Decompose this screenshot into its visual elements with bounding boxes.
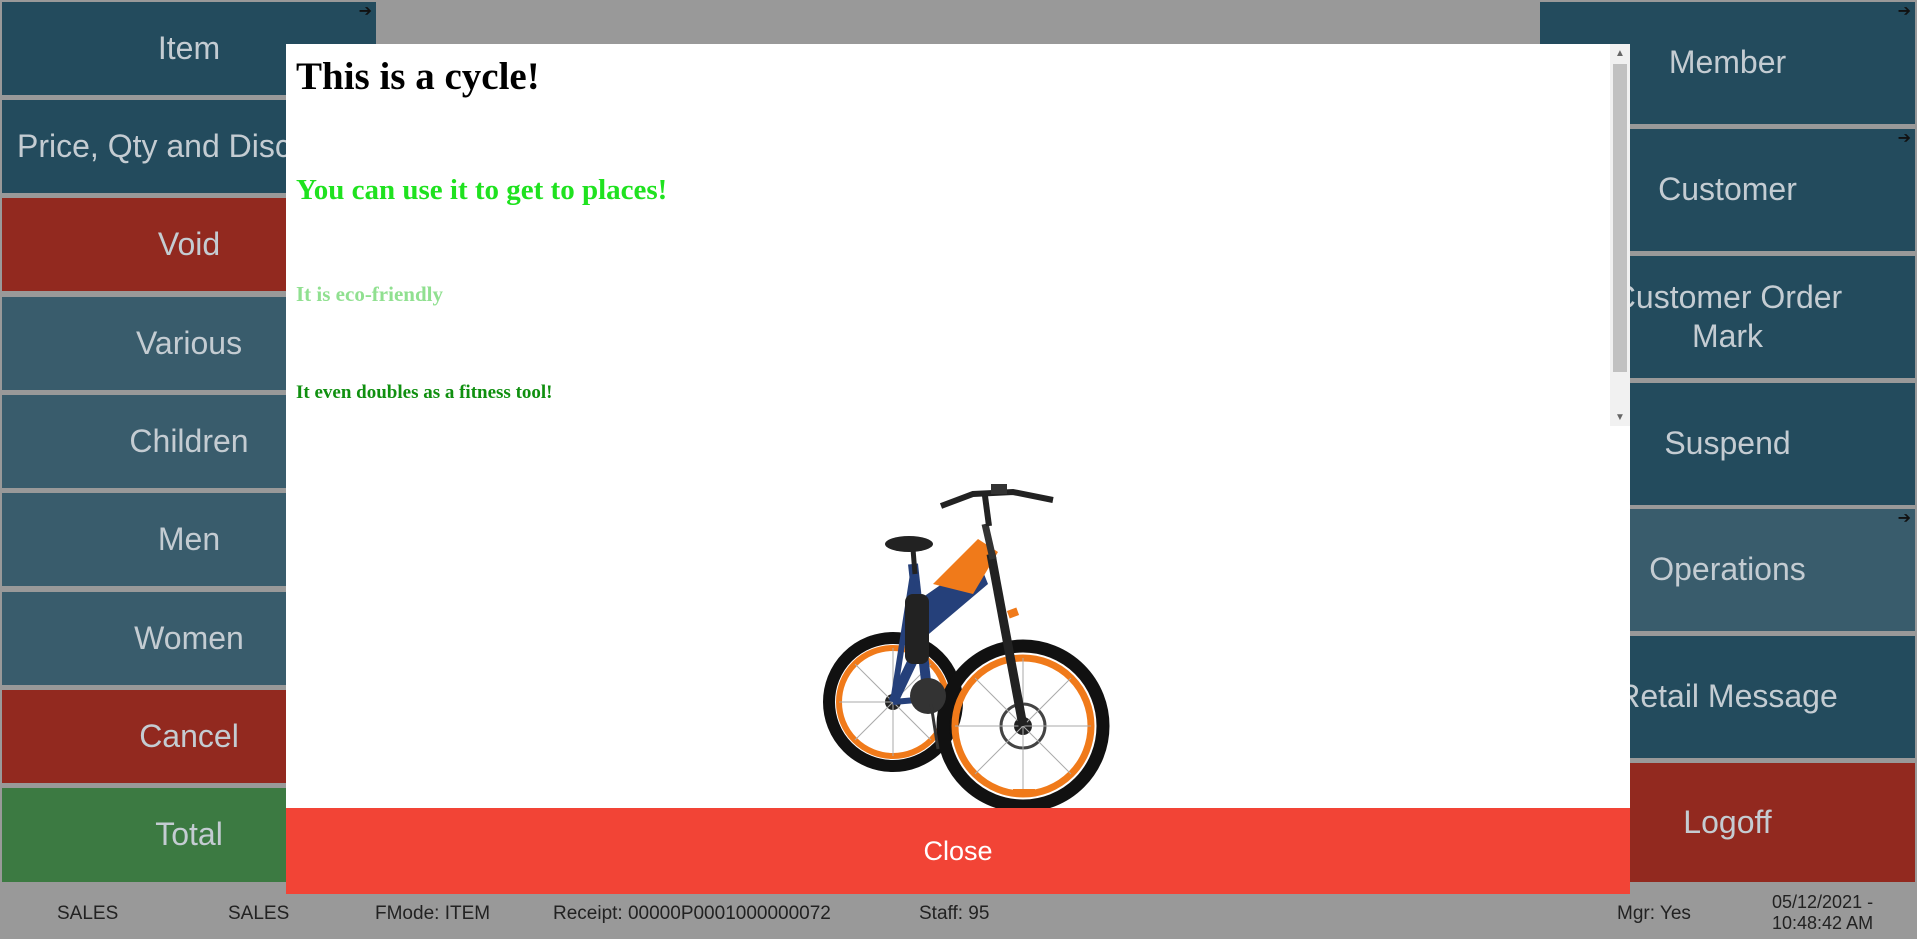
status-date: 05/12/2021 -: [1772, 892, 1874, 912]
dialog-scroll-area[interactable]: This is a cycle! You can use it to get t…: [286, 44, 1630, 426]
scrollbar-thumb[interactable]: [1613, 64, 1627, 372]
status-fmode: FMode: ITEM: [375, 903, 491, 924]
member-button-label: Member: [1668, 44, 1787, 81]
status-mode-secondary: SALES: [228, 903, 290, 924]
submenu-arrow-icon: ➔: [1897, 510, 1911, 527]
operations-button-label: Operations: [1649, 551, 1806, 588]
dialog-content: This is a cycle! You can use it to get t…: [286, 44, 1630, 403]
scroll-up-arrow-icon[interactable]: ▲: [1610, 44, 1630, 62]
scroll-down-arrow-icon[interactable]: ▼: [1610, 408, 1630, 426]
dialog-title: This is a cycle!: [296, 55, 540, 98]
status-manager: Mgr: Yes: [1617, 903, 1691, 924]
submenu-arrow-icon: ➔: [1897, 3, 1911, 20]
status-datetime: 05/12/2021 - 10:48:42 AM: [1772, 892, 1873, 934]
dialog-line-2: It is eco-friendly: [296, 282, 443, 306]
close-button[interactable]: Close: [286, 808, 1630, 894]
item-info-dialog: This is a cycle! You can use it to get t…: [286, 44, 1630, 894]
submenu-arrow-icon: ➔: [358, 3, 372, 20]
dialog-line-1: You can use it to get to places!: [296, 174, 668, 206]
customer-button-label: Customer: [1658, 171, 1797, 208]
status-staff: Staff: 95: [919, 903, 990, 924]
dialog-scrollbar[interactable]: ▲ ▼: [1610, 44, 1630, 426]
submenu-arrow-icon: ➔: [1897, 130, 1911, 147]
logoff-button-label: Logoff: [1683, 803, 1772, 840]
status-receipt: Receipt: 00000P0001000000072: [553, 903, 831, 924]
dialog-line-3: It even doubles as a fitness tool!: [296, 382, 553, 403]
retail-message-label: Retail Message: [1617, 678, 1838, 715]
status-time: 10:48:42 AM: [1772, 913, 1874, 933]
status-mode: SALES: [57, 903, 119, 924]
bicycle-image: [823, 484, 1110, 813]
suspend-button-label: Suspend: [1664, 425, 1791, 462]
